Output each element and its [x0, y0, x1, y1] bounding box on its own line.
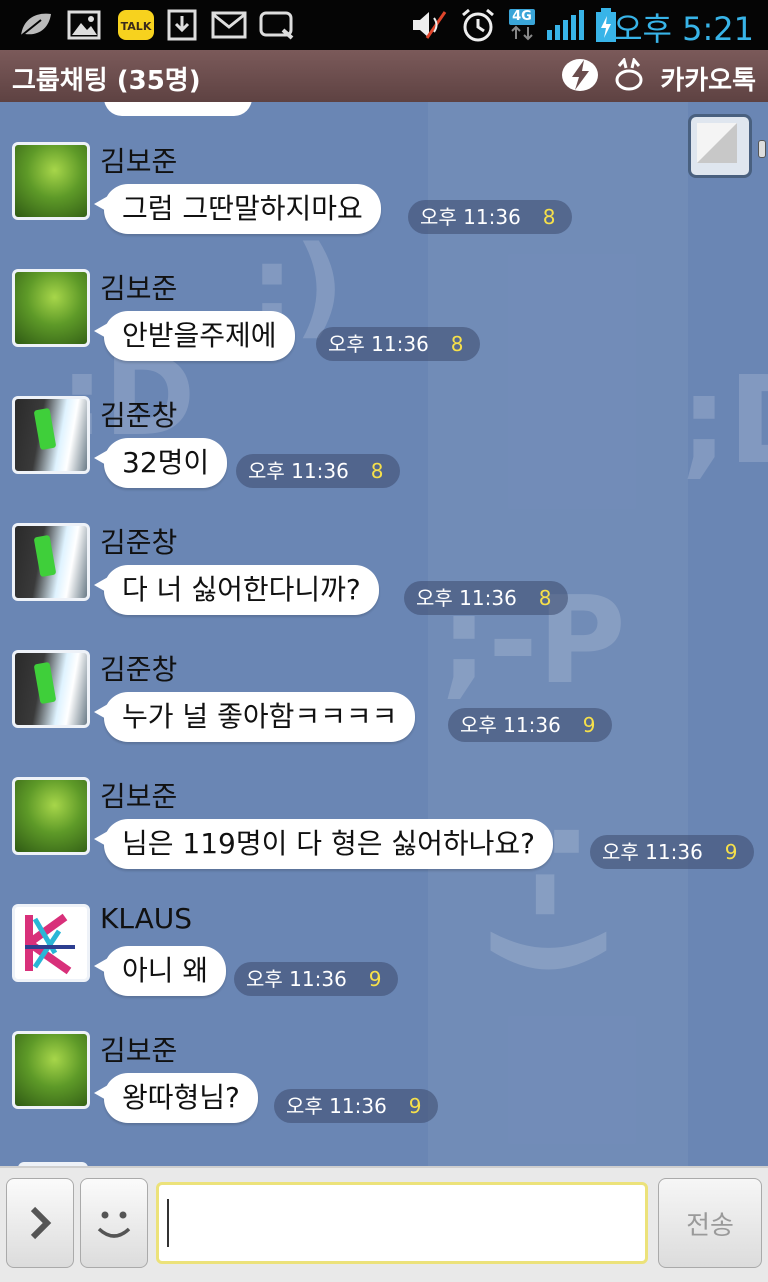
- unread-count: 8: [538, 586, 552, 610]
- message-meta: 오후 11:36 8: [408, 200, 572, 234]
- unread-count: 8: [542, 205, 556, 229]
- gmail-icon: [210, 8, 248, 42]
- send-button[interactable]: 전송: [658, 1178, 762, 1268]
- sender-name: 김준창: [100, 526, 178, 559]
- chat-message[interactable]: 김준창 32명이 오후 11:36 8: [0, 396, 768, 524]
- smiley-icon: [97, 1211, 131, 1238]
- leaf-icon: [16, 8, 56, 42]
- unread-count: 8: [370, 459, 384, 483]
- flash-icon[interactable]: [560, 56, 600, 94]
- avatar[interactable]: [12, 1031, 90, 1109]
- mute-icon: [408, 8, 450, 42]
- text-caret: [167, 1199, 169, 1247]
- avatar[interactable]: [12, 904, 90, 982]
- network-indicator: 4G: [506, 8, 538, 42]
- signal-icon: [544, 8, 586, 42]
- unread-count: 9: [408, 1094, 422, 1118]
- avatar[interactable]: [12, 777, 90, 855]
- chat-message[interactable]: 김보준왕따형님? 오후 11:36 9: [0, 1031, 768, 1159]
- message-meta: 오후 11:36 9: [274, 1089, 438, 1123]
- message-meta: 오후 11:36 9: [448, 708, 612, 742]
- input-bar: 전송: [0, 1166, 768, 1282]
- message-bubble[interactable]: 왕따형님?: [94, 1073, 258, 1123]
- message-bubble[interactable]: 누가 널 좋아함ㅋㅋㅋㅋ: [93, 692, 416, 742]
- message-bubble[interactable]: 그럼 그딴말하지마요: [94, 184, 381, 234]
- previous-message-bubble: [104, 102, 252, 116]
- chat-message[interactable]: 김보준그럼 그딴말하지마요 오후 11:36 8: [0, 142, 768, 270]
- sender-name: 김보준: [100, 1034, 178, 1067]
- chat-header: 그룹채팅 (35명) 카카오톡: [0, 50, 768, 104]
- message-time: 오후 11:36: [286, 1094, 387, 1118]
- message-meta: 오후 11:36 9: [234, 962, 398, 996]
- message-bubble[interactable]: 32명이: [93, 438, 228, 488]
- unread-count: 9: [582, 713, 596, 737]
- avatar[interactable]: [12, 142, 90, 220]
- sender-name: 김준창: [100, 399, 178, 432]
- chevron-right-icon: [30, 1206, 52, 1240]
- sender-name: 김보준: [100, 145, 178, 178]
- unread-count: 8: [450, 332, 464, 356]
- message-meta: 오후 11:36 8: [236, 454, 400, 488]
- message-bubble[interactable]: 다 너 싫어한다니까?: [94, 565, 379, 615]
- message-time: 오후 11:36: [248, 459, 349, 483]
- message-time: 오후 11:36: [328, 332, 429, 356]
- message-bubble[interactable]: 안받을주제에: [94, 311, 295, 361]
- emoticon-button[interactable]: [80, 1178, 148, 1268]
- message-time: 오후 11:36: [416, 586, 517, 610]
- status-bar: TALK 4G 오후 5:21: [0, 0, 768, 50]
- message-time: 오후 11:36: [602, 840, 703, 864]
- image-icon: [66, 8, 102, 42]
- download-icon: [164, 8, 200, 42]
- chat-message[interactable]: 김준창누가 널 좋아함ㅋㅋㅋㅋ 오후 11:36 9: [0, 650, 768, 778]
- expand-menu-button[interactable]: [6, 1178, 74, 1268]
- avatar[interactable]: [12, 523, 90, 601]
- message-meta: 오후 11:36 8: [316, 327, 480, 361]
- avatar[interactable]: [12, 650, 90, 728]
- svg-text:TALK: TALK: [121, 20, 152, 33]
- chat-message[interactable]: 김준창다 너 싫어한다니까? 오후 11:36 8: [0, 523, 768, 651]
- app-brand: 카카오톡: [660, 66, 756, 96]
- avatar[interactable]: [12, 269, 90, 347]
- message-bubble[interactable]: 아니 왜: [93, 946, 227, 996]
- kakaotalk-icon: TALK: [116, 8, 156, 42]
- search-app-icon: [258, 8, 296, 42]
- alarm-icon: [458, 8, 498, 42]
- sender-name: KLAUS: [100, 902, 193, 935]
- chat-message[interactable]: 김보준안받을주제에 오후 11:36 8: [0, 269, 768, 397]
- chat-title: 그룹채팅 (35명): [12, 66, 201, 96]
- unread-count: 9: [368, 967, 382, 991]
- message-time: 오후 11:36: [246, 967, 347, 991]
- sender-name: 김보준: [100, 780, 178, 813]
- avatar[interactable]: [12, 396, 90, 474]
- message-bubble[interactable]: 님은 119명이 다 형은 싫어하나요?: [93, 819, 554, 869]
- message-meta: 오후 11:36 8: [404, 581, 568, 615]
- unread-count: 9: [724, 840, 738, 864]
- sender-name: 김보준: [100, 272, 178, 305]
- clock: 오후 5:21: [613, 10, 754, 48]
- chat-message[interactable]: 김보준님은 119명이 다 형은 싫어하나요? 오후 11:36 9: [0, 777, 768, 905]
- sender-name: 김준창: [100, 653, 178, 686]
- chat-messages[interactable]: ;) :D ;D ;-P :-) 김보준그럼 그딴말하지마요오후 11:368김…: [0, 102, 768, 1166]
- kakao-logo-icon: [614, 56, 644, 92]
- message-time: 오후 11:36: [460, 713, 561, 737]
- message-time: 오후 11:36: [420, 205, 521, 229]
- chat-message[interactable]: KLAUS 아니 왜 오후 11:36 9: [0, 902, 768, 1032]
- message-meta: 오후 11:36 9: [590, 835, 754, 869]
- message-input[interactable]: [156, 1182, 648, 1264]
